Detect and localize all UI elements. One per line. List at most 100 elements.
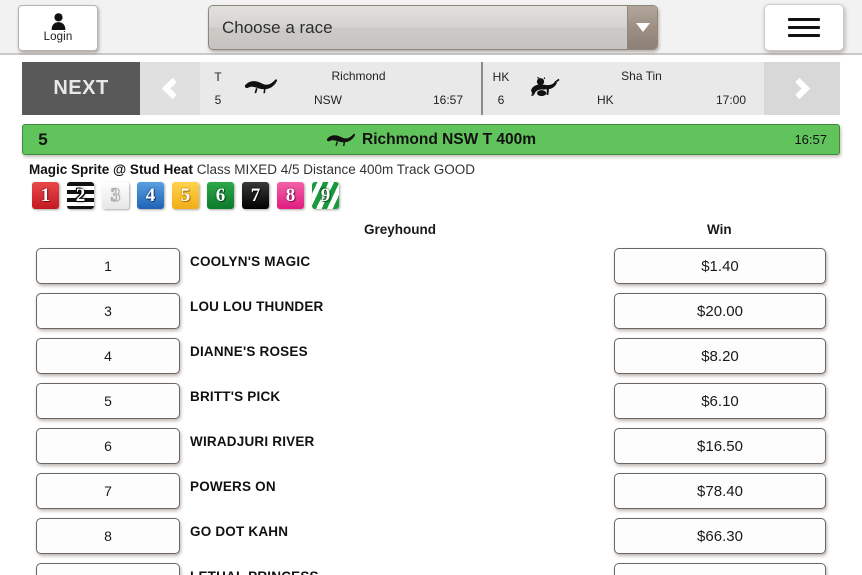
rug-number: 1 [40,185,51,206]
rug-number: 7 [250,185,261,206]
runner-number: 6 [104,438,112,454]
win-odds-button[interactable]: $78.40 [614,473,826,509]
chevron-left-icon [161,77,184,100]
win-odds: $78.40 [697,482,743,500]
race-tab-number: 5 [214,92,222,107]
win-odds-button[interactable]: $12.00 [614,563,826,575]
runner-name: LOU LOU THUNDER [190,299,324,314]
race-name: Magic Sprite @ Stud Heat [29,162,193,177]
rug-8[interactable]: 8 [277,182,304,209]
runner-number-button[interactable]: 8 [36,518,180,554]
race-select-placeholder: Choose a race [222,17,333,37]
win-odds-button[interactable]: $20.00 [614,293,826,329]
race-header-bar[interactable]: 5 Richmond NSW T 400m 16:57 [22,124,840,155]
race-tab-time: 17:00 [715,93,746,107]
runner-number-button[interactable]: 4 [36,338,180,374]
table-row: 1 COOLYN'S MAGIC $1.40 [0,248,862,293]
column-header-greyhound: Greyhound [364,222,437,237]
runner-name: GO DOT KAHN [190,524,289,539]
race-tab-venue: Richmond [331,69,386,83]
race-tab-code: T [214,70,222,85]
runner-number-button[interactable]: 1 [36,248,180,284]
win-odds-button[interactable]: $6.10 [614,383,826,419]
win-odds: $16.50 [697,437,743,455]
rug-1[interactable]: 1 [32,182,59,209]
rug-7[interactable]: 7 [242,182,269,209]
rug-number: 2 [75,185,86,206]
chevron-down-icon[interactable] [627,6,657,49]
runner-number-button[interactable]: 7 [36,473,180,509]
race-meta-line: Magic Sprite @ Stud Heat Class MIXED 4/5… [29,162,862,177]
runner-number-button[interactable]: 9 [36,563,180,575]
table-row: 6 WIRADJURI RIVER $16.50 [0,428,862,473]
table-row: 7 POWERS ON $78.40 [0,473,862,518]
win-odds: $8.20 [701,347,739,365]
greyhound-icon [326,133,356,147]
login-label: Login [43,31,73,43]
win-odds-button[interactable]: $16.50 [614,428,826,464]
rug-6[interactable]: 6 [207,182,234,209]
scroll-right-button[interactable] [764,62,840,115]
runner-name: LETHAL PRINCESS [190,569,319,575]
runner-name: BRITT'S PICK [190,389,281,404]
top-bar: Login Choose a race [0,0,862,55]
win-odds: $66.30 [697,527,743,545]
race-tab-sha-tin[interactable]: HK 6 Sha Tin HK 17:00 [481,62,764,115]
rug-number: 9 [320,185,331,206]
next-race-button[interactable]: NEXT [22,62,140,115]
user-icon [51,13,66,30]
column-headers: Greyhound Win [0,222,862,248]
race-title-group: Richmond NSW T 400m [23,131,839,149]
table-row: 8 GO DOT KAHN $66.30 [0,518,862,563]
race-tab-state: NSW [314,93,342,107]
column-header-win: Win [707,222,732,237]
race-tab-venue: Sha Tin [621,69,662,83]
rug-number: 4 [145,185,156,206]
runner-number-button[interactable]: 5 [36,383,180,419]
runner-number: 4 [104,348,112,364]
rug-number: 6 [215,185,226,206]
table-row: 3 LOU LOU THUNDER $20.00 [0,293,862,338]
chevron-right-icon [788,77,811,100]
runner-name: COOLYN'S MAGIC [190,254,311,269]
table-row: 9 LETHAL PRINCESS $12.00 [0,563,862,575]
runner-name: POWERS ON [190,479,276,494]
rug-9[interactable]: 9 [312,182,339,209]
login-button[interactable]: Login [18,5,98,51]
race-conditions: Class MIXED 4/5 Distance 400m Track GOOD [196,162,476,177]
hamburger-menu-button[interactable] [764,4,844,51]
runner-number: 7 [104,483,112,499]
rug-3[interactable]: 3 [102,182,129,209]
runner-number-button[interactable]: 6 [36,428,180,464]
runner-name: DIANNE'S ROSES [190,344,308,359]
rug-number: 8 [285,185,296,206]
win-odds: $20.00 [697,302,743,320]
runner-number: 1 [104,258,112,274]
table-row: 4 DIANNE'S ROSES $8.20 [0,338,862,383]
runner-number: 3 [104,303,112,319]
win-odds-button[interactable]: $66.30 [614,518,826,554]
race-title-text: Richmond NSW T 400m [362,130,536,148]
hamburger-bar-3 [788,34,820,37]
win-odds: $6.10 [701,392,739,410]
race-navigation-strip: NEXT T 5 Richmond NSW 16:57 HK 6 Sha Tin… [22,62,840,115]
runner-number-button[interactable]: 3 [36,293,180,329]
scroll-left-button[interactable] [140,62,200,115]
runner-name: WIRADJURI RIVER [190,434,315,449]
runner-list: 1 COOLYN'S MAGIC $1.40 3 LOU LOU THUNDER… [0,248,862,575]
race-select-dropdown[interactable]: Choose a race [208,5,658,50]
race-tab-state: HK [597,93,614,107]
win-odds-button[interactable]: $1.40 [614,248,826,284]
rug-5[interactable]: 5 [172,182,199,209]
win-odds: $1.40 [701,257,739,275]
rug-4[interactable]: 4 [137,182,164,209]
runner-number: 8 [104,528,112,544]
hamburger-bar-2 [788,26,820,29]
race-tab-number: 6 [497,92,505,107]
rug-number: 3 [110,185,121,206]
rug-2[interactable]: 2 [67,182,94,209]
win-odds-button[interactable]: $8.20 [614,338,826,374]
runner-number: 5 [104,393,112,409]
rug-number: 5 [180,185,191,206]
race-tab-richmond[interactable]: T 5 Richmond NSW 16:57 [200,62,481,115]
